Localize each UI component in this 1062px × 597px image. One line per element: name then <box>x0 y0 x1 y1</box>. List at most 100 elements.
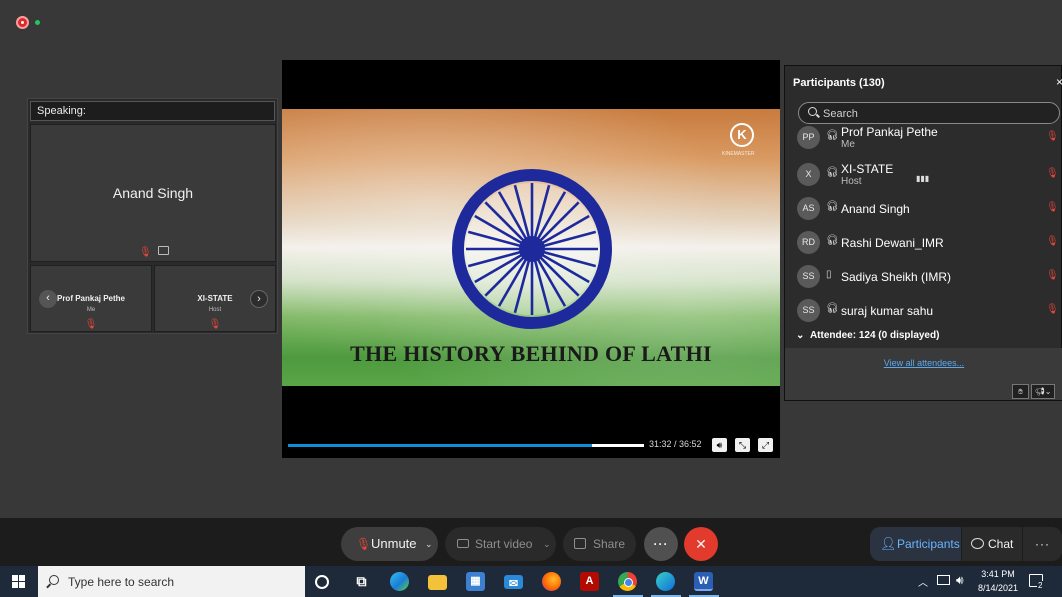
firefox-icon[interactable] <box>542 572 561 591</box>
participant-role: Me <box>841 139 855 150</box>
attendee-section-toggle[interactable]: ⌄ Attendee: 124 (0 displayed) <box>785 328 1062 348</box>
windows-start-icon[interactable] <box>12 575 25 588</box>
participant-row[interactable]: X 🎧︎ XI-STATE Host ▮▮▮ 🎙︎ <box>785 162 1062 197</box>
person-icon: 👤︎ <box>880 536 897 551</box>
chrome-icon[interactable] <box>618 572 637 591</box>
muted-mic-icon[interactable]: 🎙︎ <box>1046 270 1059 281</box>
active-speaker-tile[interactable]: Anand Singh 🎙︎ <box>30 124 276 262</box>
ashoka-chakra-image <box>452 169 612 329</box>
kinemaster-logo: K <box>730 123 754 147</box>
network-icon[interactable] <box>937 575 950 585</box>
participant-row[interactable]: SS ▯ Sadiya Sheikh (IMR) 🎙︎ <box>785 265 1062 299</box>
chevron-down-icon: ⌄ <box>796 330 805 341</box>
video-progress-bar[interactable] <box>288 444 644 447</box>
muted-mic-icon[interactable]: 🎙︎ <box>1046 168 1059 179</box>
shared-video-player[interactable]: K KINEMASTER THE HISTORY BEHIND OF LATHI… <box>282 60 780 458</box>
mail-icon[interactable]: ✉ <box>504 575 523 590</box>
chat-label: Chat <box>988 537 1014 551</box>
phone-icon: ▯ <box>826 269 832 280</box>
chat-icon <box>971 538 984 549</box>
taskbar-search[interactable] <box>38 566 305 597</box>
speaking-header: Speaking: <box>30 101 275 121</box>
leave-meeting-button[interactable]: ✕ <box>684 527 718 561</box>
panel-more-button[interactable]: ··· <box>1023 527 1062 561</box>
task-view-icon[interactable]: ⧉ <box>352 572 371 591</box>
recording-indicator-icon[interactable] <box>16 16 29 29</box>
muted-mic-icon[interactable]: 🎙︎ <box>1046 236 1059 247</box>
muted-mic-icon: 🎙︎ <box>139 247 152 258</box>
chevron-down-icon[interactable]: ⌄ <box>543 527 551 561</box>
thumbnail-name: Prof Pankaj Pethe <box>56 294 126 303</box>
speaker-options-icon[interactable]: 📢︎⌄ <box>1031 384 1055 399</box>
more-options-button[interactable]: ··· <box>644 527 678 561</box>
video-title: THE HISTORY BEHIND OF LATHI <box>350 341 712 366</box>
clock-time[interactable]: 3:41 PM <box>978 569 1018 579</box>
kinemaster-caption: KINEMASTER <box>722 151 755 157</box>
view-all-attendees-link[interactable]: View all attendees... <box>785 358 1062 368</box>
fullscreen-icon[interactable]: ⤢ <box>758 438 773 452</box>
close-icon[interactable]: × <box>1056 75 1062 89</box>
muted-mic-icon[interactable]: 🎙︎ <box>1046 202 1059 213</box>
headset-icon: 🎧︎ <box>826 201 839 212</box>
participant-name: XI-STATE <box>841 162 894 176</box>
share-label: Share <box>593 537 626 551</box>
start-video-button[interactable]: Start video ⌄ <box>445 527 556 561</box>
volume-icon[interactable]: 🔊︎ <box>712 438 727 452</box>
cortana-icon[interactable] <box>315 575 329 589</box>
participant-role: Host <box>841 176 862 187</box>
taskbar-search-input[interactable] <box>68 573 288 590</box>
participant-thumbnail[interactable]: XI-STATE Host 🎙︎ › <box>154 265 276 332</box>
avatar: PP <box>797 126 820 149</box>
muted-mic-icon: 🎙︎ <box>356 537 372 551</box>
participants-panel: Participants (130) × PP 🎧︎ Prof Pankaj P… <box>784 65 1062 401</box>
participant-name: Rashi Dewani_IMR <box>841 236 944 250</box>
raise-hand-icon[interactable]: ✋︎ <box>1012 384 1029 399</box>
video-time: 31:32 / 36:52 <box>649 439 702 449</box>
chat-button[interactable]: Chat <box>962 527 1022 561</box>
edge-icon[interactable] <box>390 572 409 591</box>
exit-fullscreen-icon[interactable]: ⤡ <box>735 438 750 452</box>
acrobat-icon[interactable]: A <box>580 572 599 591</box>
volume-icon[interactable]: 🔊︎ <box>956 573 964 588</box>
participants-footer: View all attendees... ✋︎ 📢︎⌄ <box>785 348 1062 400</box>
participant-row[interactable]: RD 🎧︎ Rashi Dewani_IMR 🎙︎ <box>785 231 1062 265</box>
start-video-label: Start video <box>475 537 533 551</box>
chevron-down-icon[interactable]: ⌄ <box>425 527 433 561</box>
participant-name: Anand Singh <box>841 202 910 216</box>
headset-icon: 🎧︎ <box>826 130 839 141</box>
participant-name: Prof Pankaj Pethe <box>841 126 938 139</box>
active-speaker-name: Anand Singh <box>112 185 194 201</box>
participant-search-input[interactable] <box>823 106 1043 121</box>
participant-row[interactable]: AS 🎧︎ Anand Singh 🎙︎ <box>785 197 1062 231</box>
muted-mic-icon[interactable]: 🎙︎ <box>1046 304 1059 315</box>
windows-taskbar: ⧉ ▦ ✉ A W ︿ 🔊︎ 3:41 PM 8/14/2021 2 <box>0 566 1062 597</box>
store-icon[interactable]: ▦ <box>466 572 485 591</box>
headset-icon: 🎧︎ <box>826 235 839 246</box>
participant-search[interactable] <box>798 102 1060 124</box>
share-icon <box>574 538 586 549</box>
webex-icon[interactable] <box>656 572 675 591</box>
chevron-right-icon[interactable]: › <box>250 290 268 308</box>
search-icon <box>808 107 817 116</box>
participant-name: Sadiya Sheikh (IMR) <box>841 270 952 284</box>
avatar: SS <box>797 299 820 322</box>
camera-icon <box>457 539 469 548</box>
video-frame: K KINEMASTER THE HISTORY BEHIND OF LATHI <box>282 109 780 386</box>
muted-mic-icon[interactable]: 🎙︎ <box>1046 131 1059 142</box>
search-icon <box>49 575 59 585</box>
participants-button[interactable]: 👤︎ Participants <box>870 527 961 561</box>
unmute-button[interactable]: 🎙︎ Unmute ⌄ <box>341 527 438 561</box>
clock-date[interactable]: 8/14/2021 <box>975 583 1021 593</box>
file-explorer-icon[interactable] <box>428 575 447 590</box>
participant-thumbnail[interactable]: ‹ Prof Pankaj Pethe Me 🎙︎ <box>30 265 152 332</box>
muted-mic-icon: 🎙︎ <box>84 319 98 330</box>
share-button[interactable]: Share <box>563 527 636 561</box>
avatar: X <box>797 163 820 186</box>
participant-name: suraj kumar sahu <box>841 304 934 318</box>
participant-row[interactable]: PP 🎧︎ Prof Pankaj Pethe Me 🎙︎ <box>785 126 1062 160</box>
participants-title: Participants (130) <box>793 77 885 89</box>
chevron-up-icon[interactable]: ︿ <box>918 574 928 589</box>
participant-list: PP 🎧︎ Prof Pankaj Pethe Me 🎙︎ X 🎧︎ XI-ST… <box>785 126 1062 348</box>
muted-mic-icon: 🎙︎ <box>208 319 222 330</box>
word-icon[interactable]: W <box>694 572 713 591</box>
